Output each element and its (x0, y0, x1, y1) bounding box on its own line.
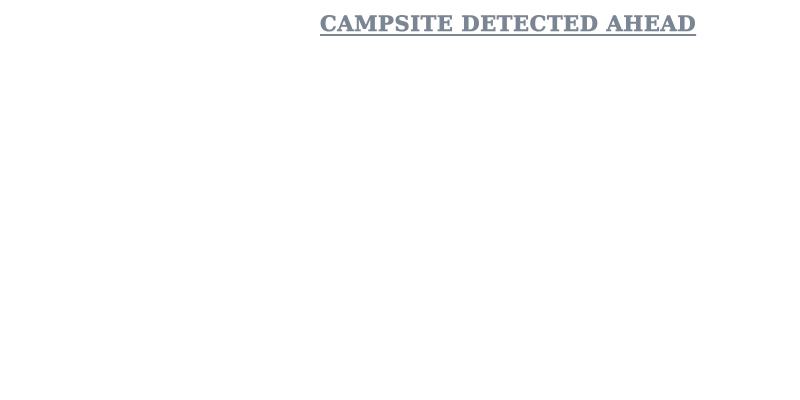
campsite-alert-heading: CAMPSITE DETECTED AHEAD (320, 11, 697, 37)
